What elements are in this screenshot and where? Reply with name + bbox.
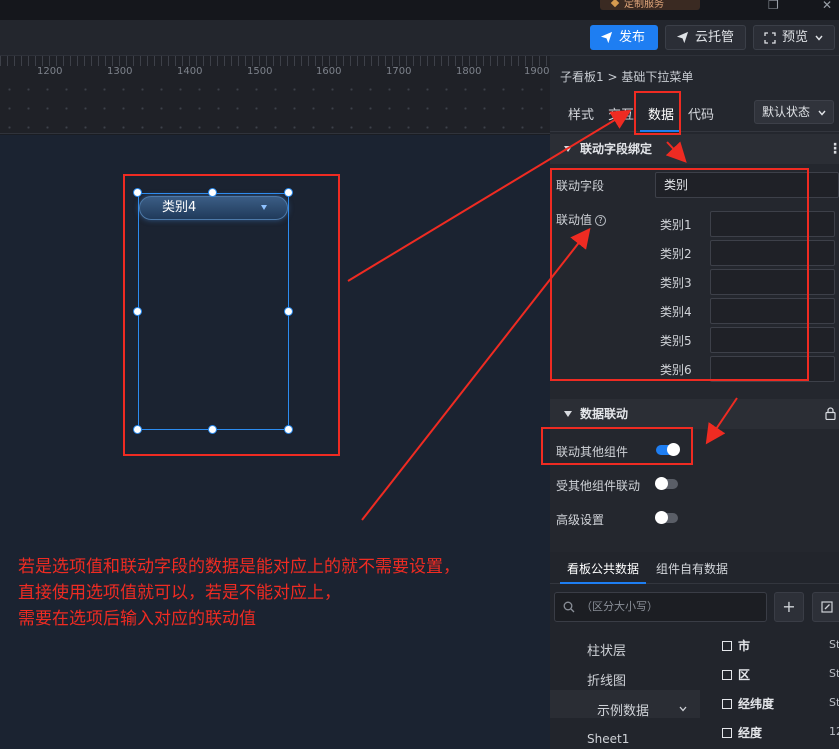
annotation-note: 若是选项值和联动字段的数据是能对应上的就不需要设置， 直接使用选项值就可以，若是… xyxy=(18,554,558,632)
annotation-note-line3: 需要在选项后输入对应的联动值 xyxy=(18,609,256,629)
arrow-to-toggle xyxy=(705,397,738,445)
annotation-arrows xyxy=(347,109,738,521)
annotation-note-line2: 直接使用选项值就可以，若是不能对应上， xyxy=(18,583,341,603)
arrow-to-binding xyxy=(665,141,687,163)
arrow-to-data-tab xyxy=(347,109,632,282)
annotation-note-line1: 若是选项值和联动字段的数据是能对应上的就不需要设置， xyxy=(18,557,460,577)
arrow-to-link-value xyxy=(361,227,591,521)
